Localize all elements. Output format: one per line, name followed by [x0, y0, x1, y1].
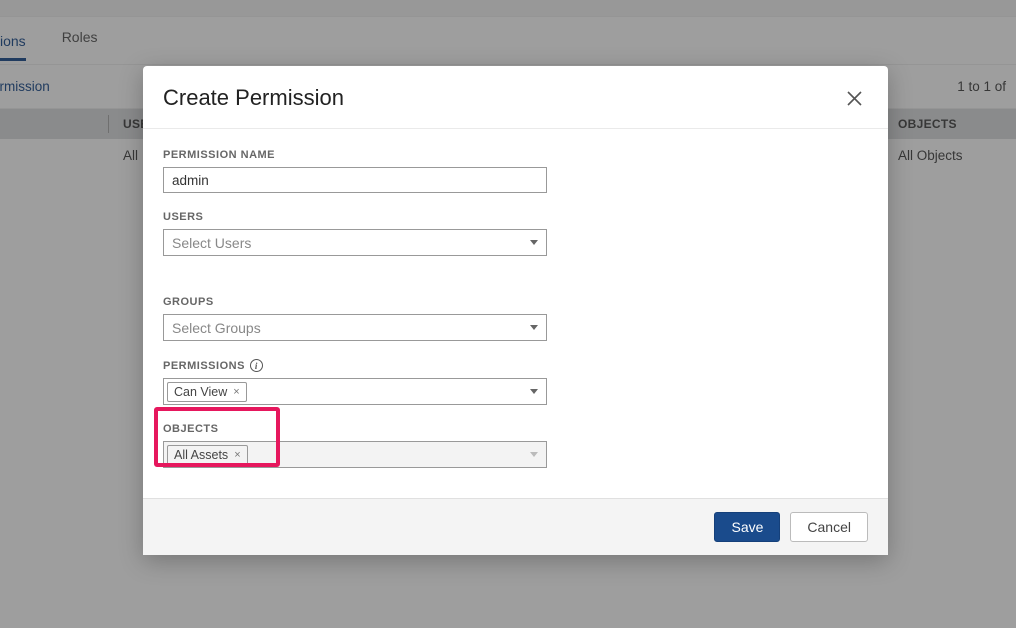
groups-placeholder: Select Groups — [172, 320, 261, 336]
tag-label: All Assets — [174, 448, 228, 462]
label-permissions: PERMISSIONS i — [163, 359, 868, 372]
field-permission-name: PERMISSION NAME — [163, 149, 868, 193]
modal-body: PERMISSION NAME USERS Select Users GROUP… — [143, 129, 888, 498]
users-placeholder: Select Users — [172, 235, 251, 251]
field-objects: OBJECTS All Assets × — [163, 423, 868, 468]
tag-remove-icon[interactable]: × — [234, 449, 240, 461]
label-users: USERS — [163, 211, 868, 223]
tag-remove-icon[interactable]: × — [233, 386, 239, 398]
close-icon[interactable] — [840, 84, 868, 112]
label-objects: OBJECTS — [163, 423, 868, 435]
label-groups: GROUPS — [163, 296, 868, 308]
chevron-down-icon — [530, 240, 538, 245]
tag-label: Can View — [174, 385, 227, 399]
save-button[interactable]: Save — [714, 512, 780, 542]
modal-title: Create Permission — [163, 85, 344, 111]
chevron-down-icon — [530, 452, 538, 457]
objects-select[interactable]: All Assets × — [163, 441, 547, 468]
field-users: USERS Select Users — [163, 211, 868, 256]
label-permission-name: PERMISSION NAME — [163, 149, 868, 161]
info-icon[interactable]: i — [250, 359, 263, 372]
create-permission-modal: Create Permission PERMISSION NAME USERS … — [143, 66, 888, 555]
chevron-down-icon — [530, 325, 538, 330]
permissions-select[interactable]: Can View × — [163, 378, 547, 405]
modal-header: Create Permission — [143, 66, 888, 129]
users-select[interactable]: Select Users — [163, 229, 547, 256]
groups-select[interactable]: Select Groups — [163, 314, 547, 341]
objects-tag-all-assets[interactable]: All Assets × — [167, 445, 248, 465]
cancel-button[interactable]: Cancel — [790, 512, 868, 542]
field-permissions: PERMISSIONS i Can View × — [163, 359, 868, 405]
permissions-tag-can-view[interactable]: Can View × — [167, 382, 247, 402]
permission-name-input[interactable] — [163, 167, 547, 193]
label-permissions-text: PERMISSIONS — [163, 360, 245, 372]
chevron-down-icon — [530, 389, 538, 394]
modal-footer: Save Cancel — [143, 498, 888, 555]
field-groups: GROUPS Select Groups — [163, 296, 868, 341]
